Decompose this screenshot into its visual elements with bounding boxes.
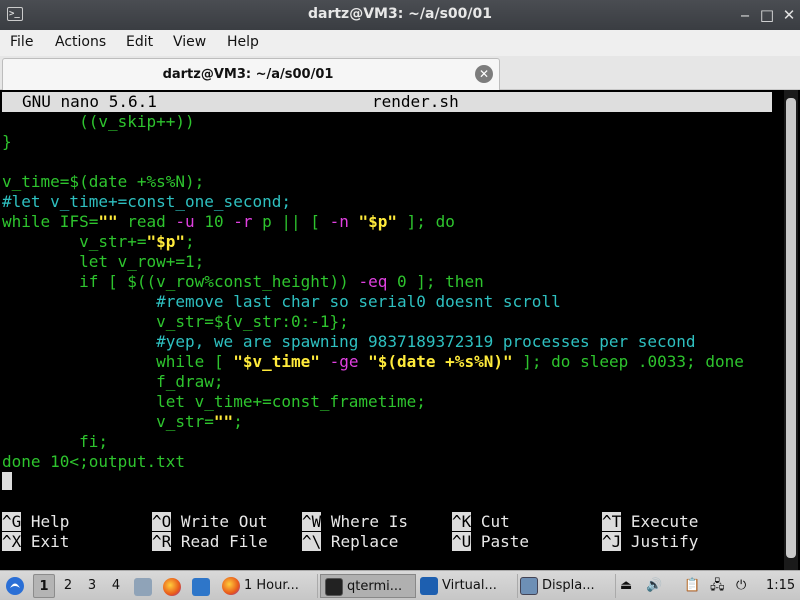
tab-label: dartz@VM3: ~/a/s00/01 bbox=[162, 67, 334, 82]
clock: 1:15 bbox=[766, 578, 796, 593]
scrollbar-thumb[interactable] bbox=[786, 98, 796, 558]
shortcut-read-file[interactable]: ^R Read File bbox=[152, 532, 268, 552]
shortcut-label: Execute bbox=[621, 512, 699, 531]
shortcut-help[interactable]: ^G Help bbox=[2, 512, 69, 532]
menu-edit[interactable]: Edit bbox=[126, 34, 153, 50]
maximize-button[interactable]: □ bbox=[757, 5, 777, 25]
shortcut-cut[interactable]: ^K Cut bbox=[452, 512, 510, 532]
nano-filename: render.sh bbox=[372, 92, 459, 111]
shortcut-key: ^\ bbox=[302, 532, 322, 551]
code-line[interactable]: v_time=$(date +%s%N); bbox=[2, 172, 204, 192]
menu-bar: File Actions Edit View Help bbox=[0, 30, 800, 56]
shortcut-label: Help bbox=[21, 512, 70, 531]
shortcut-exit[interactable]: ^X Exit bbox=[2, 532, 69, 552]
shortcut-key: ^W bbox=[302, 512, 322, 531]
tab-close-icon[interactable]: ✕ bbox=[475, 65, 493, 83]
window-title: dartz@VM3: ~/a/s00/01 bbox=[307, 6, 492, 22]
terminal-icon bbox=[325, 577, 343, 596]
shortcut-key: ^G bbox=[2, 512, 22, 531]
task-label: Displa... bbox=[542, 578, 595, 593]
task-qterminal[interactable]: qtermi... bbox=[320, 574, 416, 598]
shortcut-label: Write Out bbox=[171, 512, 268, 531]
code-line[interactable]: #yep, we are spawning 9837189372319 proc… bbox=[2, 332, 695, 352]
shortcut-justify[interactable]: ^J Justify bbox=[602, 532, 698, 552]
shortcut-replace[interactable]: ^\ Replace bbox=[302, 532, 398, 552]
shortcut-key: ^R bbox=[152, 532, 172, 551]
code-line[interactable]: #let v_time+=const_one_second; bbox=[2, 192, 291, 212]
shortcut-key: ^U bbox=[452, 532, 472, 551]
nano-header: GNU nano 5.6.1 render.sh bbox=[2, 92, 772, 112]
code-line[interactable]: #remove last char so serial0 doesnt scro… bbox=[2, 292, 561, 312]
code-line[interactable]: while IFS="" read -u 10 -r p || [ -n "$p… bbox=[2, 212, 455, 232]
firefox-launcher-icon[interactable] bbox=[163, 574, 185, 598]
workspace-4[interactable]: 4 bbox=[105, 574, 127, 598]
shortcut-key: ^O bbox=[152, 512, 172, 531]
volume-icon[interactable]: 🔊 bbox=[646, 574, 668, 598]
code-line[interactable]: let v_row+=1; bbox=[2, 252, 204, 272]
window-titlebar: >_ dartz@VM3: ~/a/s00/01 ‒ □ ✕ bbox=[0, 0, 800, 30]
network-icon[interactable]: 🖧 bbox=[710, 574, 732, 598]
minimize-button[interactable]: ‒ bbox=[735, 5, 755, 25]
shortcut-label: Cut bbox=[471, 512, 510, 531]
shortcut-write-out[interactable]: ^O Write Out bbox=[152, 512, 268, 532]
start-menu-icon[interactable] bbox=[4, 574, 28, 598]
code-line[interactable]: v_str=""; bbox=[2, 412, 243, 432]
code-line[interactable]: v_str+="$p"; bbox=[2, 232, 195, 252]
code-line[interactable]: v_str=${v_str:0:-1}; bbox=[2, 312, 349, 332]
workspace-1[interactable]: 1 bbox=[33, 574, 55, 598]
shortcut-key: ^T bbox=[602, 512, 622, 531]
task-label: Virtual... bbox=[442, 578, 497, 593]
code-line[interactable]: done 10<;output.txt bbox=[2, 452, 185, 472]
taskbar: 1 2 3 4 1 Hour... qtermi... Virtual... D… bbox=[0, 570, 800, 600]
code-line[interactable]: while [ "$v_time" -ge "$(date +%s%N)" ];… bbox=[2, 352, 744, 372]
close-button[interactable]: ✕ bbox=[779, 5, 799, 25]
task-virtualbox[interactable]: Virtual... bbox=[420, 574, 518, 598]
workspace-3[interactable]: 3 bbox=[81, 574, 103, 598]
shortcut-label: Justify bbox=[621, 532, 699, 551]
terminal-area[interactable]: GNU nano 5.6.1 render.sh ((v_skip++))} v_… bbox=[0, 90, 800, 570]
shortcut-key: ^J bbox=[602, 532, 622, 551]
display-icon bbox=[520, 576, 538, 595]
code-line[interactable]: let v_time+=const_frametime; bbox=[2, 392, 426, 412]
shortcut-label: Read File bbox=[171, 532, 268, 551]
shortcut-execute[interactable]: ^T Execute bbox=[602, 512, 698, 532]
task-firefox[interactable]: 1 Hour... bbox=[222, 574, 318, 598]
menu-file[interactable]: File bbox=[10, 34, 33, 50]
code-line[interactable]: f_draw; bbox=[2, 372, 223, 392]
terminal-scrollbar[interactable] bbox=[784, 90, 798, 570]
task-display[interactable]: Displa... bbox=[520, 574, 616, 598]
clipboard-icon[interactable]: 📋 bbox=[684, 574, 706, 598]
workspace-2[interactable]: 2 bbox=[57, 574, 79, 598]
file-manager-icon[interactable] bbox=[134, 574, 156, 598]
menu-actions[interactable]: Actions bbox=[55, 34, 106, 50]
tray-arrow-icon[interactable]: ⏏ bbox=[620, 574, 642, 598]
shortcut-key: ^X bbox=[2, 532, 22, 551]
shortcut-key: ^K bbox=[452, 512, 472, 531]
text-cursor bbox=[2, 472, 12, 490]
task-label: qtermi... bbox=[347, 579, 403, 594]
code-line[interactable]: fi; bbox=[2, 432, 108, 452]
show-desktop-icon[interactable] bbox=[192, 574, 214, 598]
terminal-tab[interactable]: dartz@VM3: ~/a/s00/01 ✕ bbox=[2, 58, 500, 90]
menu-view[interactable]: View bbox=[173, 34, 206, 50]
task-label: 1 Hour... bbox=[244, 578, 299, 593]
menu-help[interactable]: Help bbox=[227, 34, 259, 50]
code-line[interactable]: if [ $((v_row%const_height)) -eq 0 ]; th… bbox=[2, 272, 484, 292]
shortcut-label: Paste bbox=[471, 532, 530, 551]
nano-version: GNU nano 5.6.1 bbox=[22, 92, 157, 111]
code-line[interactable]: ((v_skip++)) bbox=[2, 112, 195, 132]
shortcut-paste[interactable]: ^U Paste bbox=[452, 532, 529, 552]
virtualbox-icon bbox=[420, 576, 438, 595]
firefox-icon bbox=[222, 576, 240, 595]
shortcut-label: Replace bbox=[321, 532, 399, 551]
shortcut-where-is[interactable]: ^W Where Is bbox=[302, 512, 408, 532]
power-icon[interactable]: ⏻ bbox=[736, 574, 758, 598]
shortcut-label: Exit bbox=[21, 532, 70, 551]
code-line[interactable]: } bbox=[2, 132, 12, 152]
tab-bar: dartz@VM3: ~/a/s00/01 ✕ bbox=[0, 56, 800, 90]
shortcut-label: Where Is bbox=[321, 512, 408, 531]
